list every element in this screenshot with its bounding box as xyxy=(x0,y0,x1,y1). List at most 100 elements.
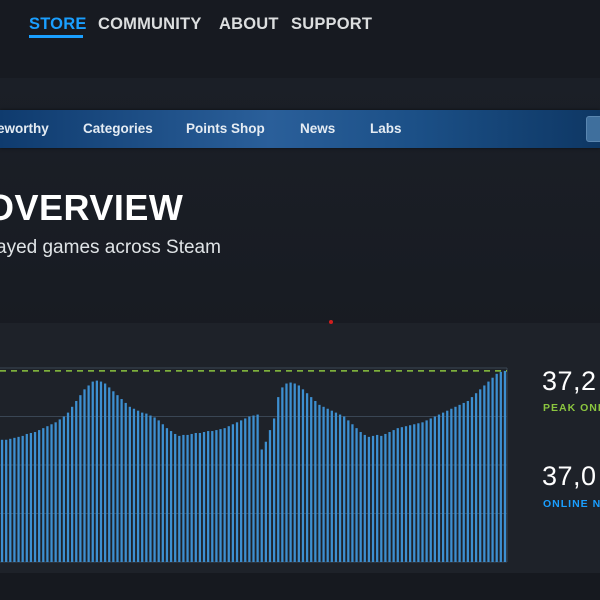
chart-bar xyxy=(83,389,86,562)
chart-bar xyxy=(277,397,280,562)
chart-bar xyxy=(462,402,465,562)
chart-bar xyxy=(384,433,387,562)
chart-bar xyxy=(450,408,453,562)
chart-bar xyxy=(318,404,321,562)
chart-bar xyxy=(198,432,202,562)
chart-bar xyxy=(413,424,416,562)
chart-bar xyxy=(54,422,57,562)
chart-bar xyxy=(25,433,28,562)
chart-bar xyxy=(136,410,140,562)
chart-bar xyxy=(132,408,136,562)
chart-bar xyxy=(338,414,342,562)
page-footer-area xyxy=(0,573,600,600)
chart-bar xyxy=(437,414,441,562)
chart-bar xyxy=(417,423,420,562)
chart-bar xyxy=(128,406,131,562)
chart-bar xyxy=(9,438,12,562)
chart-bar xyxy=(334,412,338,562)
chart-bar xyxy=(433,416,436,562)
chart-bar xyxy=(108,387,111,562)
chart-bar xyxy=(62,416,66,562)
chart-bar xyxy=(421,422,424,562)
chart-bar xyxy=(355,428,358,562)
nav-community-link[interactable]: COMMUNITY xyxy=(98,14,202,34)
chart-bar xyxy=(207,431,210,562)
chart-bar xyxy=(194,432,197,562)
chart-bars xyxy=(0,370,507,562)
chart-bar xyxy=(202,432,206,562)
chart-bar xyxy=(272,418,276,562)
chart-bar xyxy=(149,415,152,562)
chart-bar xyxy=(371,435,375,562)
chart-bar xyxy=(293,383,296,562)
chart-bar xyxy=(95,380,98,562)
chart-bar xyxy=(231,424,235,562)
chart-bar xyxy=(112,391,115,562)
chart-bar xyxy=(58,419,61,562)
chart-bar xyxy=(359,432,362,562)
chart-bar xyxy=(87,385,90,562)
chart-bar xyxy=(483,385,486,562)
chart-bar xyxy=(305,393,309,562)
chart-bar xyxy=(260,449,263,562)
chart-bar xyxy=(79,395,82,562)
chart-bar xyxy=(42,428,45,562)
chart-bar xyxy=(153,417,156,562)
chart-bar xyxy=(240,420,243,562)
nav-about-link[interactable]: ABOUT xyxy=(219,14,279,34)
chart-bar xyxy=(120,399,123,562)
chart-bar xyxy=(66,412,70,562)
chart-bar xyxy=(297,385,300,562)
store-search-input[interactable] xyxy=(586,116,600,142)
chart-bar xyxy=(487,381,490,562)
peak-online-label: PEAK ONL xyxy=(543,402,600,414)
store-nav-categories[interactable]: Categories xyxy=(83,121,153,137)
chart-bar xyxy=(215,430,218,562)
store-nav-news[interactable]: News xyxy=(300,121,335,137)
chart-bar xyxy=(71,406,74,562)
chart-bar xyxy=(474,393,478,562)
chart-bar xyxy=(351,424,354,562)
chart-bar xyxy=(124,402,127,562)
store-nav-noteworthy[interactable]: eworthy xyxy=(0,121,49,137)
chart-bar xyxy=(429,418,432,562)
chart-bar xyxy=(491,377,494,562)
page-title: OVERVIEW xyxy=(0,187,184,228)
chart-bar xyxy=(268,430,272,562)
chart-bar xyxy=(13,437,16,562)
chart-bar xyxy=(458,404,461,562)
chart-svg xyxy=(0,367,508,563)
chart-bar xyxy=(396,428,399,562)
chart-bar xyxy=(289,382,292,562)
chart-bar xyxy=(409,425,412,562)
store-nav-bar: eworthy Categories Points Shop News Labs xyxy=(0,110,600,148)
chart-bar xyxy=(5,439,8,562)
store-nav-points-shop[interactable]: Points Shop xyxy=(186,121,265,137)
chart-bar xyxy=(322,406,325,562)
concurrent-users-chart xyxy=(0,360,510,565)
chart-bar xyxy=(99,381,103,562)
chart-bar xyxy=(392,430,395,562)
online-now-label: ONLINE N xyxy=(543,498,600,510)
chart-bar xyxy=(91,381,94,562)
chart-bar xyxy=(347,420,350,562)
online-now-value: 37,0 xyxy=(542,461,597,491)
chart-bar xyxy=(466,400,469,562)
chart-bar xyxy=(441,412,445,562)
chart-bar xyxy=(33,432,37,562)
chart-bar xyxy=(223,428,226,562)
chart-bar xyxy=(157,420,160,562)
indicator-dot xyxy=(329,320,333,324)
nav-store-link[interactable]: STORE xyxy=(29,14,87,34)
chart-bar xyxy=(425,420,428,562)
store-nav-labs[interactable]: Labs xyxy=(370,121,402,137)
nav-support-link[interactable]: SUPPORT xyxy=(291,14,372,34)
chart-bar xyxy=(211,431,214,562)
chart-bar xyxy=(376,434,379,562)
chart-bar xyxy=(446,410,449,562)
chart-bar xyxy=(326,408,329,562)
chart-bar xyxy=(252,415,255,562)
chart-bar xyxy=(248,416,251,562)
page-subtitle: ayed games across Steam xyxy=(0,237,221,258)
chart-bar xyxy=(182,434,185,562)
